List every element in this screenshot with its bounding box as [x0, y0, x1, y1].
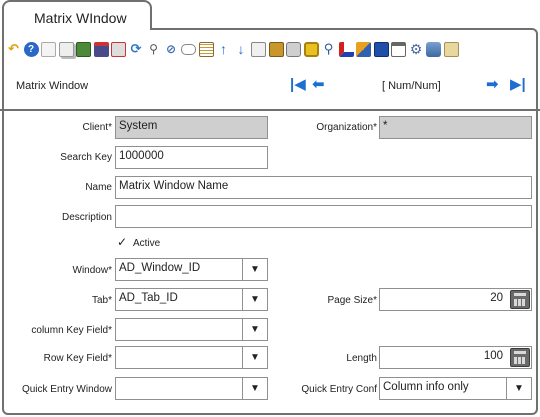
undo-icon[interactable]: ↶: [6, 41, 21, 57]
archive-icon[interactable]: [268, 41, 284, 57]
quick-entry-window-label: Quick Entry Window: [21, 384, 112, 395]
column-key-field-label: column Key Field*: [31, 325, 112, 336]
row-key-field-label: Row Key Field*: [43, 353, 112, 364]
navigation-bar: Matrix Window |◀ ⬅ [ Num/Num] ➡ ▶|: [4, 74, 536, 98]
help-icon[interactable]: ?: [23, 41, 39, 57]
description-label: Description: [61, 212, 112, 223]
tab-label: Tab*: [91, 295, 112, 306]
page-size-input[interactable]: 20: [379, 288, 532, 311]
previous-record-nav-icon[interactable]: ⬅: [312, 77, 325, 93]
description-input[interactable]: [115, 205, 532, 228]
header-separator: [0, 109, 540, 111]
calculator-icon[interactable]: [510, 290, 530, 309]
export-icon[interactable]: [426, 41, 441, 57]
quick-entry-conf-label: Quick Entry Conf: [301, 384, 377, 395]
previous-record-icon[interactable]: ↑: [216, 41, 231, 57]
chat-icon[interactable]: [181, 43, 196, 55]
attachment-icon[interactable]: ⊘: [164, 42, 179, 57]
name-input[interactable]: Matrix Window Name: [115, 176, 532, 199]
exit-icon[interactable]: [443, 41, 459, 57]
client-label: Client*: [82, 122, 112, 133]
find-icon[interactable]: ⚲: [146, 42, 161, 57]
window-name: Matrix Window: [16, 80, 89, 92]
window-icon[interactable]: [391, 41, 406, 57]
report-icon[interactable]: [251, 41, 266, 57]
product-info-icon[interactable]: [356, 41, 371, 57]
print-preview-icon[interactable]: [111, 41, 126, 57]
organization-field: *: [379, 116, 532, 139]
first-record-icon[interactable]: |◀: [290, 77, 306, 93]
active-label: Active: [133, 238, 161, 249]
calculator-icon[interactable]: [510, 348, 530, 367]
row-key-field-select[interactable]: ▼: [115, 346, 268, 369]
client-field: System: [115, 116, 268, 139]
chevron-down-icon[interactable]: ▼: [242, 259, 267, 280]
search-key-label: Search Key: [60, 152, 112, 163]
zoom-across-icon[interactable]: ⚲: [321, 41, 336, 57]
next-record-nav-icon[interactable]: ➡: [486, 77, 499, 93]
length-input[interactable]: 100: [379, 346, 532, 369]
refresh-icon[interactable]: ⟳: [129, 41, 144, 57]
window-label: Window*: [72, 265, 112, 276]
tab-select[interactable]: AD_Tab_ID ▼: [115, 288, 268, 311]
chevron-down-icon[interactable]: ▼: [506, 378, 531, 399]
last-record-icon[interactable]: ▶|: [510, 77, 526, 93]
workflow-icon[interactable]: [338, 41, 354, 57]
window-tab-title: Matrix WIndow: [34, 10, 127, 26]
record-indicator: [ Num/Num]: [382, 80, 441, 92]
chevron-down-icon[interactable]: ▼: [242, 378, 267, 399]
save-icon[interactable]: [93, 41, 109, 57]
copy-icon[interactable]: [58, 41, 74, 57]
length-label: Length: [346, 353, 377, 364]
search-key-input[interactable]: 1000000: [115, 146, 268, 169]
grid-toggle-icon[interactable]: [198, 41, 214, 57]
toolbar: ↶ ? ⟳ ⚲ ⊘ ↑ ↓ ⚲ ⚙: [6, 38, 461, 60]
next-record-icon[interactable]: ↓: [234, 41, 249, 57]
chevron-down-icon[interactable]: ▼: [242, 319, 267, 340]
window-select[interactable]: AD_Window_ID ▼: [115, 258, 268, 281]
chevron-down-icon[interactable]: ▼: [242, 347, 267, 368]
quick-entry-window-select[interactable]: ▼: [115, 377, 268, 400]
window-tab[interactable]: Matrix WIndow: [2, 0, 152, 30]
chevron-down-icon[interactable]: ▼: [242, 289, 267, 310]
active-checkbox[interactable]: ✓: [117, 236, 130, 249]
new-icon[interactable]: [41, 41, 56, 57]
print-icon[interactable]: [286, 41, 301, 57]
organization-label: Organization*: [316, 122, 377, 133]
quick-entry-conf-select[interactable]: Column info only ▼: [379, 377, 532, 400]
page-size-label: Page Size*: [327, 295, 378, 306]
lock-icon[interactable]: [303, 41, 319, 57]
book-icon[interactable]: [373, 41, 389, 57]
column-key-field-select[interactable]: ▼: [115, 318, 268, 341]
settings-icon[interactable]: ⚙: [409, 41, 424, 57]
name-label: Name: [85, 182, 112, 193]
delete-icon[interactable]: [76, 41, 91, 57]
